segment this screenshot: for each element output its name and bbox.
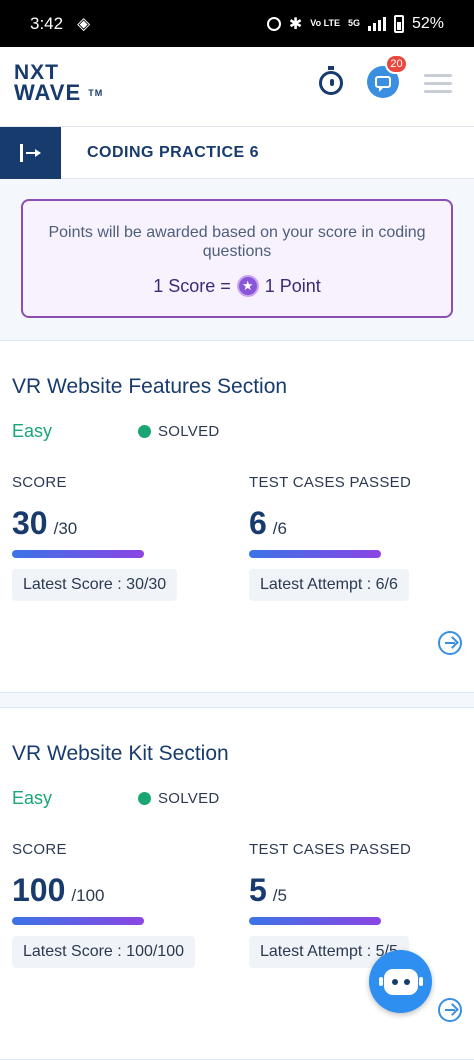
score-label: SCORE [12, 474, 67, 491]
network-label: 5G [347, 18, 360, 28]
bluetooth-icon: ✱ [288, 15, 303, 33]
practice-title: CODING PRACTICE 6 [87, 144, 260, 161]
volte-label: Vo LTE [310, 18, 340, 28]
score-equals-label: 1 Score = [153, 275, 231, 296]
test-cases-number: 6 [249, 505, 267, 541]
test-cases-label: TEST CASES PASSED [249, 841, 412, 858]
test-cases-progress-bar [249, 917, 381, 925]
score-point-equation: 1 Score = ★ 1 Point [23, 275, 451, 297]
score-label: SCORE [12, 841, 67, 858]
test-cases-label: TEST CASES PASSED [249, 474, 412, 491]
point-label: 1 Point [264, 275, 321, 296]
question-title: VR Website Kit Section [12, 742, 229, 765]
test-cases-total: /5 [272, 886, 287, 905]
difficulty-label: Easy [12, 788, 53, 808]
exit-practice-button[interactable] [0, 127, 61, 179]
nxtwave-logo[interactable]: NXT WAVE TM [14, 62, 104, 105]
question-card[interactable]: VR Website Features Section Easy SOLVED … [0, 340, 474, 693]
score-value: 30/30 [12, 505, 77, 542]
hamburger-menu-icon[interactable] [424, 74, 452, 94]
chat-notification-badge: 20 [385, 54, 408, 74]
exit-arrow-icon [19, 144, 42, 162]
snapchat-icon: ◈ [77, 13, 91, 33]
status-badge: SOLVED [138, 790, 220, 807]
timer-icon[interactable] [319, 66, 343, 95]
score-value: 100/100 [12, 872, 104, 909]
status-label: SOLVED [158, 790, 220, 807]
battery-icon [393, 14, 404, 33]
open-question-arrow-icon[interactable] [438, 998, 462, 1022]
latest-attempt-chip: Latest Attempt : 6/6 [249, 569, 409, 601]
battery-percent: 52% [411, 14, 444, 32]
practice-subheader: CODING PRACTICE 6 [0, 127, 474, 179]
alarm-icon [266, 16, 281, 31]
test-cases-progress-bar [249, 550, 381, 558]
test-cases-value: 5/5 [249, 872, 287, 909]
status-label: SOLVED [158, 423, 220, 440]
points-info-text: Points will be awarded based on your sco… [48, 224, 426, 260]
score-total: /100 [71, 886, 105, 905]
logo-line2: WAVE [14, 80, 82, 105]
score-total: /30 [53, 519, 78, 538]
logo-tm: TM [88, 88, 104, 98]
test-cases-total: /6 [272, 519, 287, 538]
score-number: 100 [12, 872, 66, 908]
score-number: 30 [12, 505, 48, 541]
solved-dot-icon [138, 792, 151, 805]
solved-dot-icon [138, 425, 151, 438]
signal-icon [367, 16, 386, 31]
chatbot-button[interactable] [369, 950, 432, 1013]
question-title: VR Website Features Section [12, 375, 288, 398]
open-question-arrow-icon[interactable] [438, 631, 462, 655]
points-info-box: Points will be awarded based on your sco… [21, 199, 453, 318]
status-badge: SOLVED [138, 423, 220, 440]
robot-icon [378, 968, 423, 995]
test-cases-value: 6/6 [249, 505, 287, 542]
latest-score-chip: Latest Score : 30/30 [12, 569, 178, 601]
chat-icon [375, 76, 391, 92]
difficulty-label: Easy [12, 421, 53, 441]
status-time: 3:42 [30, 13, 64, 33]
score-progress-bar [12, 550, 144, 558]
status-bar: 3:42 ◈ ✱ Vo LTE 5G 52% [0, 0, 474, 47]
test-cases-number: 5 [249, 872, 267, 908]
score-progress-bar [12, 917, 144, 925]
star-coin-icon: ★ [236, 275, 259, 297]
latest-score-chip: Latest Score : 100/100 [12, 936, 195, 968]
